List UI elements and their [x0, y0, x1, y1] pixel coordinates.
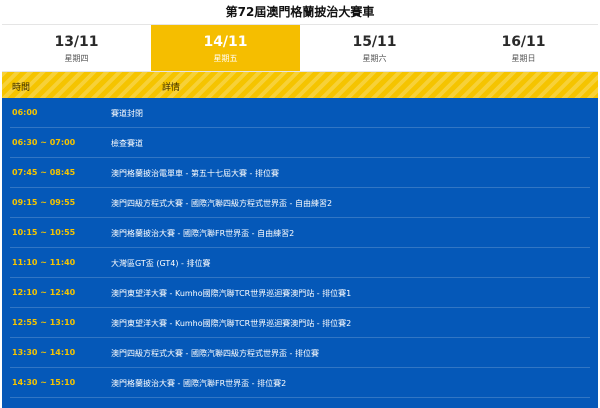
schedule-event: 澳門格蘭披治大賽 - 國際汽聯FR世界盃 - 排位賽2 [111, 379, 287, 388]
schedule-list: 06:00 賽道封閉 06:30 ~ 07:00 檢查賽道 07:45 ~ 08… [2, 98, 598, 408]
schedule-row: 06:30 ~ 07:00 檢查賽道 [10, 128, 590, 158]
schedule-event: 澳門四級方程式大賽 - 國際汽聯四級方程式世界盃 - 自由練習2 [111, 199, 333, 208]
schedule-time: 14:30 ~ 15:10 [12, 378, 76, 387]
time-column-header: 時間 [12, 83, 31, 93]
tab-13-11[interactable]: 13/11 星期四 [2, 25, 151, 71]
schedule-event: 大灣區GT盃 (GT4) - 排位賽 [111, 259, 211, 268]
schedule-header: 時間 詳情 [2, 72, 598, 98]
schedule-time: 06:30 ~ 07:00 [12, 138, 76, 147]
schedule-event: 賽道封閉 [111, 109, 143, 118]
schedule-time: 10:15 ~ 10:55 [12, 228, 76, 237]
schedule-row: 10:15 ~ 10:55 澳門格蘭披治大賽 - 國際汽聯FR世界盃 - 自由練… [10, 218, 590, 248]
tab-date: 14/11 [203, 33, 248, 50]
schedule-row: 13:30 ~ 14:10 澳門四級方程式大賽 - 國際汽聯四級方程式世界盃 -… [10, 338, 590, 368]
schedule-event: 澳門東望洋大賽 - Kumho國際汽聯TCR世界巡迴賽澳門站 - 排位賽2 [111, 319, 352, 328]
tab-weekday: 星期日 [511, 53, 536, 63]
tab-weekday: 星期五 [213, 53, 238, 63]
tab-14-11[interactable]: 14/11 星期五 [151, 25, 300, 71]
tab-weekday: 星期六 [362, 53, 387, 63]
tab-date: 15/11 [352, 33, 397, 50]
schedule-event: 澳門格蘭披治大賽 - 國際汽聯FR世界盃 - 自由練習2 [111, 229, 295, 238]
schedule-event: 檢查賽道 [111, 139, 143, 148]
schedule-time: 06:00 [12, 108, 38, 117]
schedule-time: 11:10 ~ 11:40 [12, 258, 76, 267]
tab-15-11[interactable]: 15/11 星期六 [300, 25, 449, 71]
tab-weekday: 星期四 [64, 53, 89, 63]
schedule-row: 11:10 ~ 11:40 大灣區GT盃 (GT4) - 排位賽 [10, 248, 590, 278]
schedule-row: 09:15 ~ 09:55 澳門四級方程式大賽 - 國際汽聯四級方程式世界盃 -… [10, 188, 590, 218]
schedule-row: 12:55 ~ 13:10 澳門東望洋大賽 - Kumho國際汽聯TCR世界巡迴… [10, 308, 590, 338]
schedule-event: 澳門東望洋大賽 - Kumho國際汽聯TCR世界巡迴賽澳門站 - 排位賽1 [111, 289, 352, 298]
detail-column-header: 詳情 [162, 83, 181, 93]
schedule-time: 07:45 ~ 08:45 [12, 168, 76, 177]
schedule-event: 澳門格蘭披治電單車 - 第五十七屆大賽 - 排位賽 [111, 169, 279, 178]
page-title: 第72屆澳門格蘭披治大賽車 [225, 5, 375, 19]
schedule-time: 12:55 ~ 13:10 [12, 318, 76, 327]
schedule-row: 06:00 賽道封閉 [10, 98, 590, 128]
schedule-row: 12:10 ~ 12:40 澳門東望洋大賽 - Kumho國際汽聯TCR世界巡迴… [10, 278, 590, 308]
tab-date: 16/11 [501, 33, 546, 50]
schedule-time: 09:15 ~ 09:55 [12, 198, 76, 207]
schedule-row: 07:45 ~ 08:45 澳門格蘭披治電單車 - 第五十七屆大賽 - 排位賽 [10, 158, 590, 188]
schedule-event: 澳門四級方程式大賽 - 國際汽聯四級方程式世界盃 - 排位賽 [111, 349, 319, 358]
tab-16-11[interactable]: 16/11 星期日 [449, 25, 598, 71]
date-tabs: 13/11 星期四 14/11 星期五 15/11 星期六 16/11 星期日 [2, 24, 598, 72]
schedule-time: 13:30 ~ 14:10 [12, 348, 76, 357]
schedule-row: 14:30 ~ 15:10 澳門格蘭披治大賽 - 國際汽聯FR世界盃 - 排位賽… [10, 368, 590, 398]
schedule-time: 12:10 ~ 12:40 [12, 288, 76, 297]
tab-date: 13/11 [54, 33, 99, 50]
